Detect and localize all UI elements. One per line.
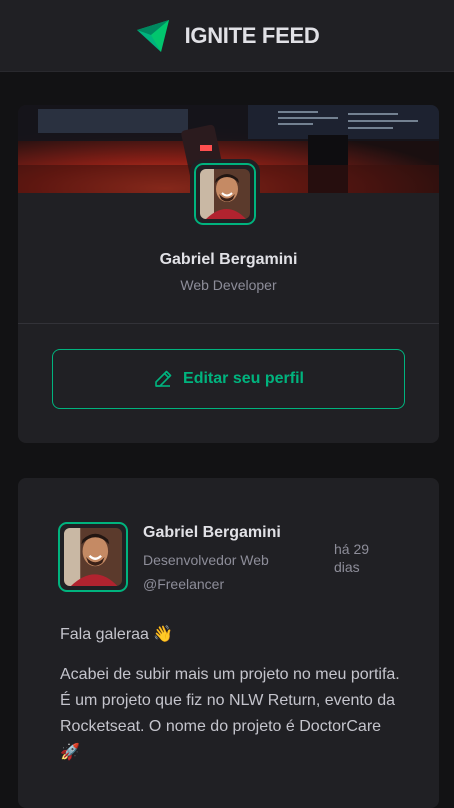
profile-role: Web Developer [180,277,277,293]
edit-profile-label: Editar seu perfil [183,370,304,387]
post-author-avatar[interactable] [58,522,128,592]
profile-avatar[interactable] [190,159,260,229]
post-author-name[interactable]: Gabriel Bergamini [143,524,281,542]
app-title: IGNITE FEED [184,22,320,48]
post-paragraph: Acabei de subir mais um projeto no meu p… [60,666,400,761]
post-content: Fala galeraa 👋 Acabei de subir mais um p… [60,622,405,782]
post-timestamp: há 29 dias [334,541,370,575]
ignite-logo-icon [136,19,169,52]
pencil-icon [155,370,172,387]
profile-card: Gabriel Bergamini Web Developer Editar s… [18,105,439,443]
post-paragraph: Fala galeraa 👋 [60,626,174,643]
post-author-role: Desenvolvedor Web @Freelancer [143,552,269,592]
post-card: Gabriel Bergamini Desenvolvedor Web @Fre… [18,478,439,808]
edit-profile-button[interactable]: Editar seu perfil [52,349,405,409]
profile-name: Gabriel Bergamini [159,251,298,268]
app-header: IGNITE FEED [0,0,454,72]
profile-divider [18,323,439,324]
